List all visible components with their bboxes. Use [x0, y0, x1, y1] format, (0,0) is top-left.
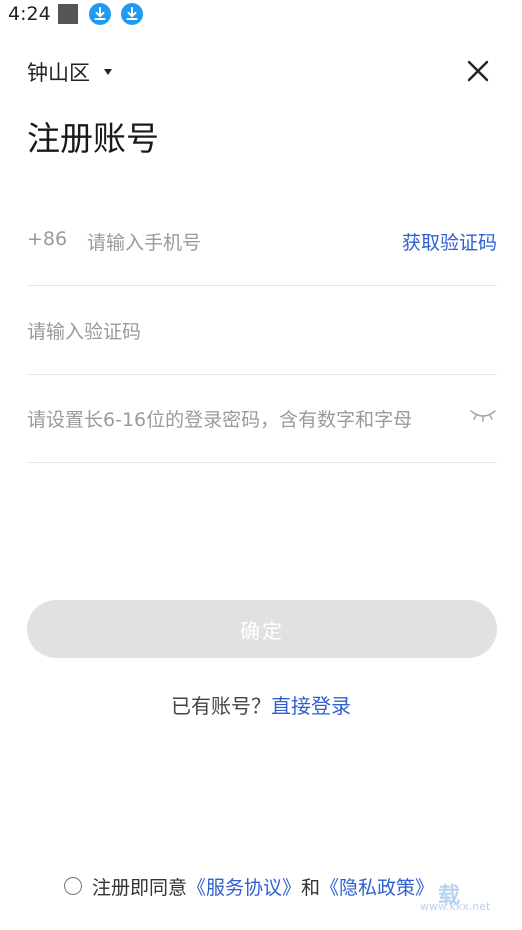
- notification-square-icon: [58, 4, 78, 24]
- direct-login-link[interactable]: 直接登录: [271, 694, 351, 718]
- country-code[interactable]: +86: [27, 228, 67, 250]
- caret-down-icon: [104, 69, 112, 75]
- privacy-policy-link[interactable]: 《隐私政策》: [320, 873, 434, 900]
- login-prompt-line: 已有账号？直接登录: [0, 690, 522, 719]
- watermark-site: www.kkx.net: [420, 900, 491, 913]
- confirm-label: 确定: [240, 618, 284, 643]
- password-input[interactable]: 请设置长6-16位的登录密码，含有数字和字母: [27, 405, 412, 432]
- agreement-line: 注册即同意 《服务协议》 和 《隐私政策》: [64, 872, 434, 900]
- phone-input[interactable]: 请输入手机号: [87, 228, 201, 255]
- code-input[interactable]: 请输入验证码: [27, 317, 141, 344]
- password-field-row: 请设置长6-16位的登录密码，含有数字和字母: [27, 375, 497, 463]
- close-icon[interactable]: [466, 59, 490, 83]
- agree-radio[interactable]: [64, 877, 82, 895]
- download-icon: [121, 3, 143, 25]
- region-label: 钟山区: [27, 61, 90, 85]
- have-account-text: 已有账号？: [171, 694, 271, 718]
- status-bar: 4:24: [0, 0, 522, 30]
- site-watermark: 载 www.kkx.net: [418, 878, 518, 928]
- region-selector[interactable]: 钟山区: [27, 58, 112, 86]
- download-icon: [89, 3, 111, 25]
- phone-field-row: +86 请输入手机号 获取验证码: [27, 198, 497, 286]
- service-agreement-link[interactable]: 《服务协议》: [187, 873, 301, 900]
- code-field-row: 请输入验证码: [27, 287, 497, 375]
- get-code-button[interactable]: 获取验证码: [402, 228, 497, 255]
- agreement-prefix: 注册即同意: [92, 876, 188, 899]
- agreement-and: 和: [301, 876, 321, 899]
- status-time: 4:24: [8, 3, 51, 25]
- page-title: 注册账号: [27, 119, 159, 158]
- eye-closed-icon[interactable]: [469, 407, 497, 423]
- confirm-button[interactable]: 确定: [27, 600, 497, 658]
